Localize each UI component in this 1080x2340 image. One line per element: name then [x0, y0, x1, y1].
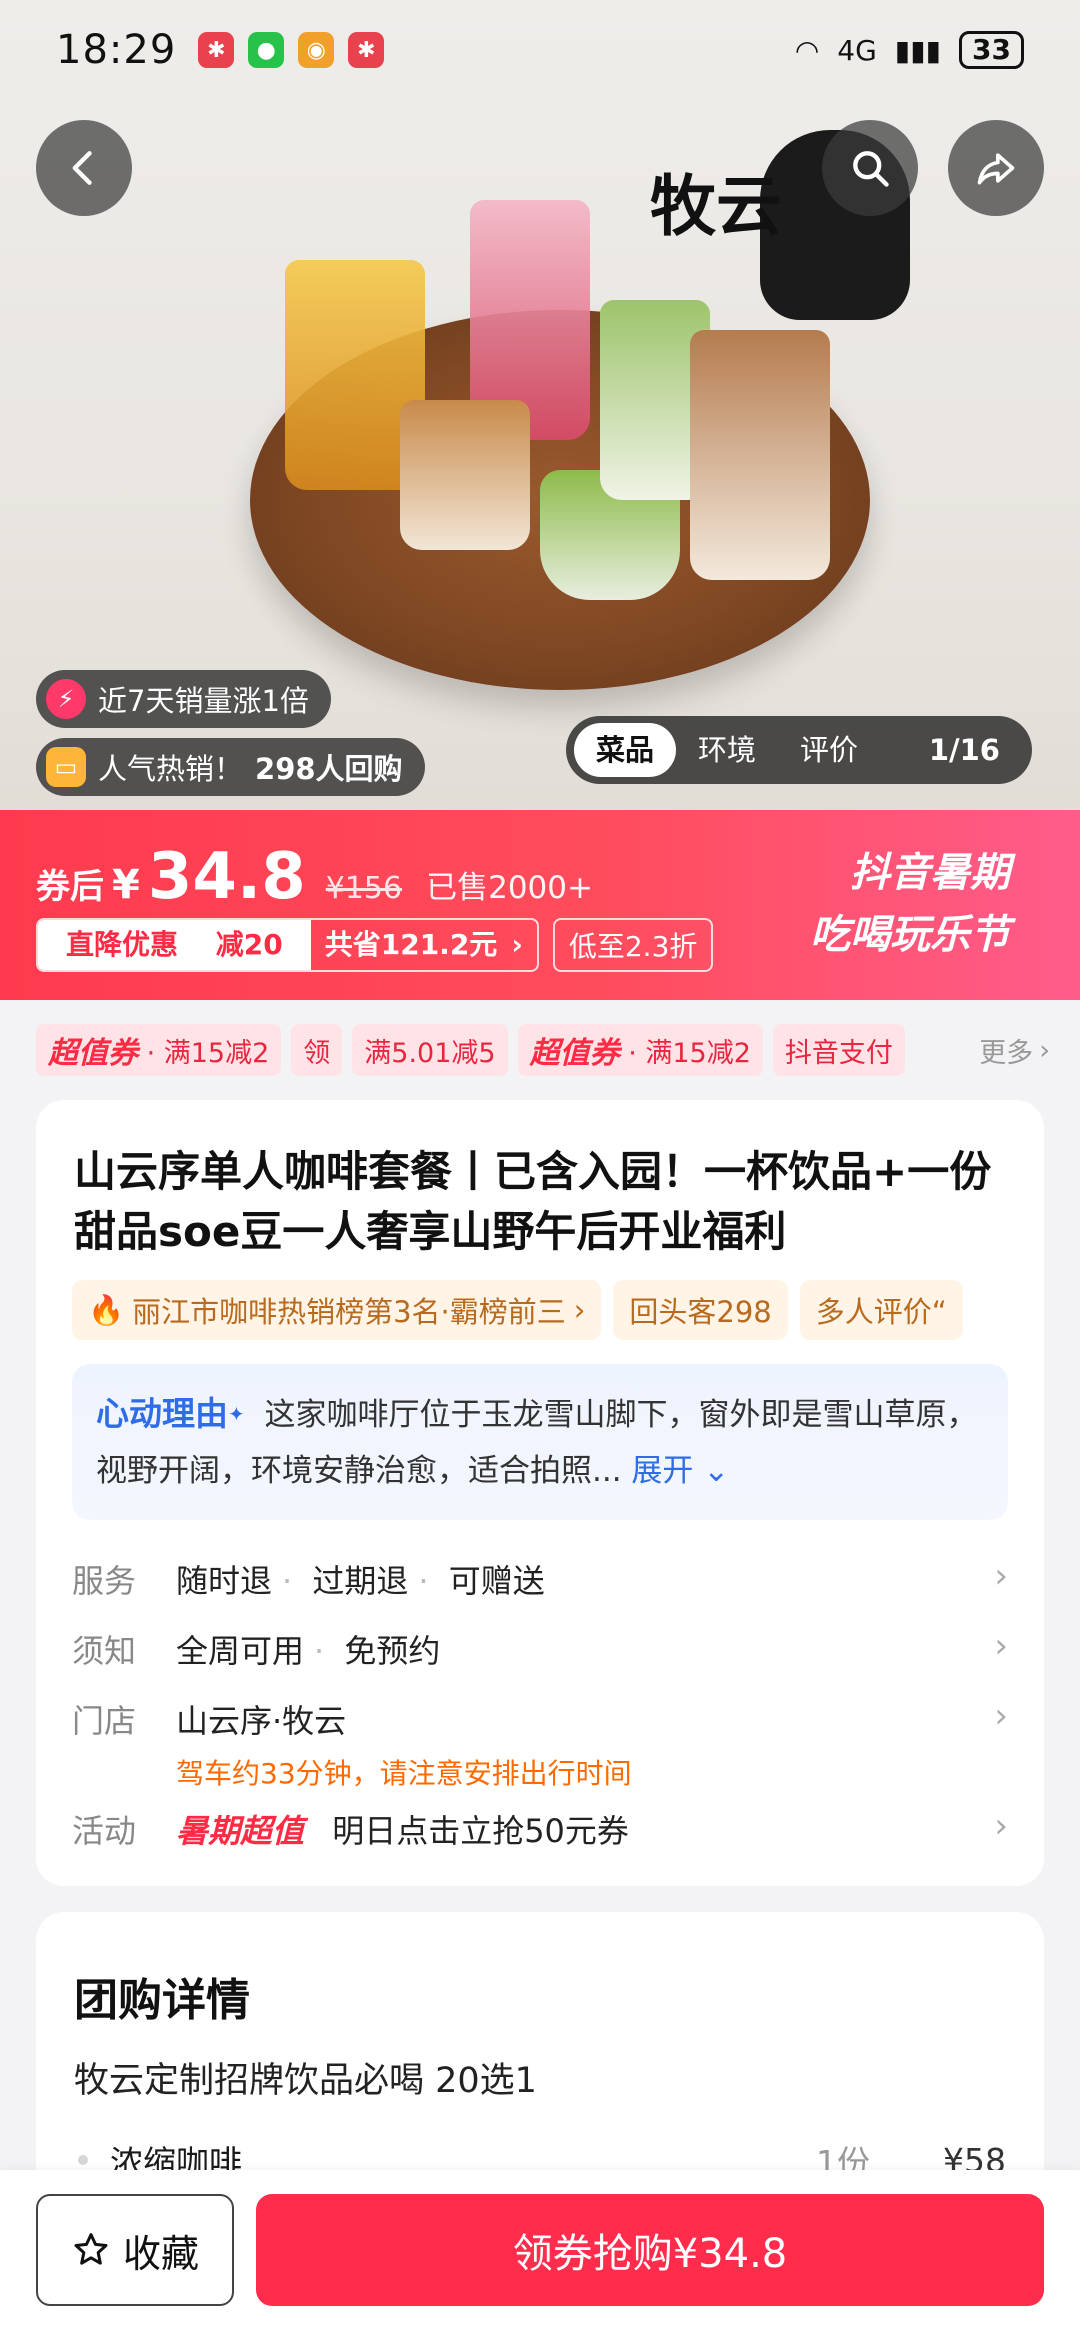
claim-coupon-button[interactable]: 领 [291, 1024, 343, 1076]
signal-icon: ▮▮▮ [894, 33, 942, 67]
coupon-chip[interactable]: 超值券 · 满15减2 [517, 1024, 763, 1076]
original-price: ¥156 [325, 871, 403, 906]
media-tabs: 菜品 环境 评价 1/16 [566, 716, 1032, 784]
section-title: 团购详情 [74, 1975, 250, 2026]
favorite-button[interactable]: 收藏 [36, 2194, 234, 2306]
coupon-strip: 超值券 · 满15减2 领 满5.01减5 超值券 · 满15减2 抖音支付 更… [0, 1000, 1080, 1100]
bottom-action-bar: 收藏 领券抢购¥34.8 [0, 2170, 1080, 2340]
fire-icon: 🔥 [88, 1292, 125, 1327]
search-icon [853, 151, 889, 187]
lightning-icon: ⚡ [46, 679, 86, 719]
battery-icon: 33 [959, 31, 1024, 69]
repurchase-tag: ▭ 人气热销！ 298人回购 [36, 738, 425, 796]
sparkle-icon: ✦ [228, 1402, 245, 1426]
activity-row[interactable]: 活动 暑期超值 明日点击立抢50元券 › [72, 1806, 1008, 1852]
buy-button[interactable]: 领券抢购¥34.8 [256, 2194, 1044, 2306]
bag-icon: ▭ [46, 747, 86, 787]
chevron-right-icon: › [511, 928, 523, 961]
deal-title: 山云序单人咖啡套餐丨已含入园！一杯饮品+一份甜品soe豆一人奢享山野午后开业福利 [74, 1147, 992, 1256]
chevron-right-icon: › [994, 1696, 1008, 1736]
price-value: 34.8 [147, 840, 306, 914]
coupon-chip[interactable]: 超值券 · 满15减2 [36, 1024, 282, 1076]
currency-symbol: ¥ [112, 862, 140, 908]
chevron-right-icon: › [994, 1556, 1008, 1596]
clock: 18:29 [56, 27, 177, 73]
star-icon [74, 2233, 108, 2265]
share-icon [977, 153, 1015, 185]
chevron-right-icon: › [994, 1626, 1008, 1666]
section-subtitle: 牧云定制招牌饮品必喝 20选1 [74, 2061, 537, 2101]
highlight-reason[interactable]: 心动理由✦ 这家咖啡厅位于玉龙雪山脚下，窗外即是雪山草原，视野开阔，环境安静治愈… [72, 1364, 1008, 1520]
store-row[interactable]: 门店 山云序·牧云 驾车约33分钟，请注意安排出行时间 › [72, 1696, 1008, 1792]
notice-row[interactable]: 须知 全周可用 · 免预约 › [72, 1626, 1008, 1672]
notification-icons: ✱ ● ◉ ✱ [198, 32, 385, 68]
brand-logo: 牧云 [650, 167, 782, 245]
expand-link[interactable]: 展开 [631, 1453, 693, 1489]
network-label: 4G [837, 33, 877, 67]
status-bar: 18:29 ✱ ● ◉ ✱ ◠ 4G ▮▮▮ 33 [0, 0, 1080, 100]
more-coupons-link[interactable]: 更多 › [979, 1030, 1080, 1070]
reason-label: 心动理由 [96, 1394, 228, 1433]
review-badge[interactable]: 多人评价“ [799, 1280, 963, 1340]
chevron-down-icon: ⌄ [693, 1453, 730, 1489]
back-button[interactable] [36, 120, 132, 216]
sold-count: 已售2000+ [426, 870, 593, 906]
activity-tag: 暑期超值 [176, 1812, 305, 1850]
coupon-chip[interactable]: 满5.01减5 [352, 1024, 508, 1076]
chevron-right-icon: › [1039, 1034, 1050, 1066]
travel-time-warning: 驾车约33分钟，请注意安排出行时间 [176, 1757, 632, 1790]
tab-environment[interactable]: 环境 [676, 723, 778, 777]
coupon-chip[interactable]: 抖音支付 [772, 1024, 905, 1076]
rank-badges: 🔥 丽江市咖啡热销榜第3名·霸榜前三 › 回头客298 多人评价“ [72, 1280, 1044, 1340]
lowest-discount-chip: 低至2.3折 [552, 918, 714, 972]
deal-info-card: 山云序单人咖啡套餐丨已含入园！一杯饮品+一份甜品soe豆一人奢享山野午后开业福利… [36, 1100, 1044, 1886]
app-notification-icon: ✱ [198, 32, 235, 68]
chevron-right-icon: › [994, 1806, 1008, 1846]
tab-reviews[interactable]: 评价 [778, 723, 880, 777]
price-banner: 券后 ¥ 34.8 ¥156 已售2000+ 直降优惠 减20 共省121.2元… [0, 810, 1080, 1000]
weibo-icon: ◉ [298, 32, 335, 68]
returning-customer-badge[interactable]: 回头客298 [613, 1280, 788, 1340]
drink-illustration [400, 400, 530, 550]
group-detail-card: 团购详情 牧云定制招牌饮品必喝 20选1 浓缩咖啡 1份 ¥58 [36, 1912, 1044, 2212]
share-button[interactable] [948, 120, 1044, 216]
service-row[interactable]: 服务 随时退 · 过期退 · 可赠送 › [72, 1556, 1008, 1602]
hero-gallery[interactable]: 牧云 18:29 ✱ ● ◉ ✱ ◠ 4G ▮▮▮ 33 ⚡ 近7天销量涨1倍 … [0, 0, 1080, 810]
tab-dishes[interactable]: 菜品 [574, 723, 677, 777]
rank-badge[interactable]: 🔥 丽江市咖啡热销榜第3名·霸榜前三 › [72, 1280, 602, 1340]
sales-trend-tag: ⚡ 近7天销量涨1倍 [36, 670, 331, 728]
savings-chip[interactable]: 直降优惠 减20 共省121.2元 › [36, 918, 539, 972]
chevron-right-icon: › [573, 1293, 586, 1327]
search-button[interactable] [822, 120, 918, 216]
wifi-icon: ◠ [794, 33, 820, 67]
image-counter: 1/16 [928, 733, 1000, 767]
wechat-icon: ● [248, 32, 285, 68]
discount-chips: 直降优惠 减20 共省121.2元 › 低至2.3折 [36, 918, 714, 972]
chevron-left-icon [72, 151, 92, 185]
store-name: 山云序·牧云 [176, 1702, 347, 1740]
drink-illustration [690, 330, 830, 580]
promo-festival-logo: 抖音暑期 吃喝玩乐节 [810, 850, 1010, 958]
price-label: 券后 [36, 867, 104, 907]
price-row: 券后 ¥ 34.8 ¥156 已售2000+ [36, 840, 593, 914]
app-notification-icon: ✱ [348, 32, 385, 68]
